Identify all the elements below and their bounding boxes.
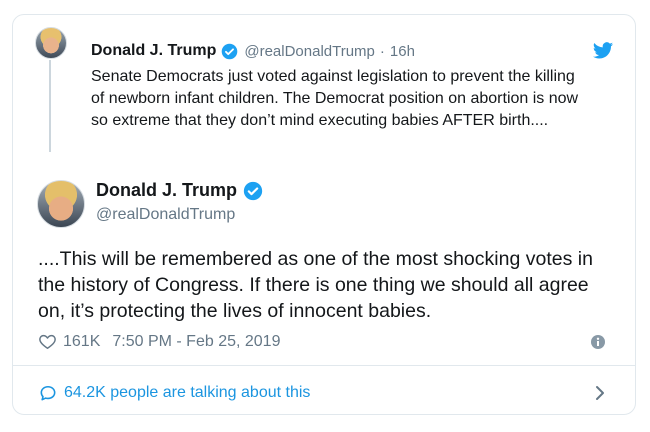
quoted-tweet-time[interactable]: 16h [390, 43, 415, 60]
verified-badge-icon [243, 181, 263, 200]
verified-badge-icon [222, 43, 238, 59]
tweet-meta-row: 161K 7:50 PM - Feb 25, 2019 [38, 332, 280, 351]
tweet-timestamp[interactable]: 7:50 PM - Feb 25, 2019 [112, 333, 280, 351]
quoted-author-name[interactable]: Donald J. Trump [91, 42, 216, 60]
thread-connector-line [49, 60, 51, 152]
heart-icon[interactable] [38, 332, 57, 351]
separator-dot: · [379, 42, 385, 60]
footer-divider [12, 365, 636, 366]
tweet-text: ....This will be remembered as one of th… [38, 248, 593, 322]
chevron-right-icon[interactable] [592, 383, 608, 403]
info-icon[interactable] [590, 334, 606, 350]
author-name[interactable]: Donald J. Trump [96, 180, 237, 201]
twitter-bird-icon[interactable] [592, 40, 614, 62]
author-name-row: Donald J. Trump [96, 180, 263, 201]
quoted-tweet-text: Senate Democrats just voted against legi… [91, 68, 579, 129]
quoted-avatar[interactable] [35, 27, 67, 59]
quoted-tweet-header: Donald J. Trump @realDonaldTrump · 16h [91, 42, 415, 60]
talking-about-link[interactable]: 64.2K people are talking about this [38, 383, 310, 403]
author-handle[interactable]: @realDonaldTrump [96, 206, 235, 224]
speech-bubble-icon [40, 385, 56, 401]
talking-about-text[interactable]: 64.2K people are talking about this [64, 384, 310, 402]
author-avatar[interactable] [37, 180, 85, 228]
like-count[interactable]: 161K [63, 333, 100, 351]
quoted-author-handle[interactable]: @realDonaldTrump [244, 43, 375, 60]
